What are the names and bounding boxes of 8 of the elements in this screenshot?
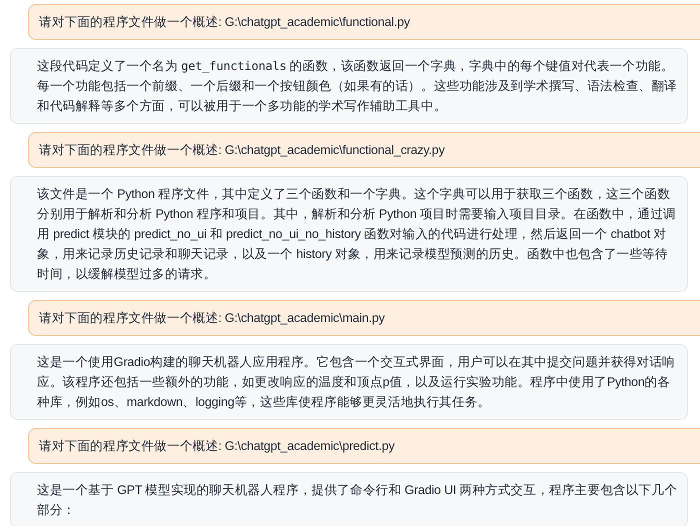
user-message: 请对下面的程序文件做一个概述: G:\chatgpt_academic\main.py: [28, 300, 700, 336]
user-message: 请对下面的程序文件做一个概述: G:\chatgpt_academic\functional_crazy.py: [28, 132, 700, 168]
bot-message: 该文件是一个 Python 程序文件，其中定义了三个函数和一个字典。这个字典可以用于获取三个函数，这三个函数分别用于解析和分析 Python 程序和项目。其中，解析和分析 Python 项目时需要输入项目目录。在函数中，通过调用 predict 模块的 predict_no_ui 和 predict_no_ui_no_history 函数对输入的代码进行处理，然后返回一个 chatbot 对象，用来记录历史记录和聊天记录，以及一个 history 对象，用来记录模型预测的历史。函数中也包含了一些等待时间，以缓解模型过多的请求。: [10, 176, 688, 292]
bot-message: 这段代码定义了一个名为 get_functionals 的函数，该函数返回一个字典，字典中的每个键值对代表一个功能。每一个功能包括一个前缀、一个后缀和一个按钮颜色（如果有的话）。这些功能涉及到学术撰写、语法检查、翻译和代码解释等多个方面，可以被用于一个多功能的学术写作辅助工具中。: [10, 48, 688, 124]
user-message: 请对下面的程序文件做一个概述: G:\chatgpt_academic\functional.py: [28, 4, 700, 40]
bot-message: 这是一个使用Gradio构建的聊天机器人应用程序。它包含一个交互式界面，用户可以在其中提交问题并获得对话响应。该程序还包括一些额外的功能，如更改响应的温度和顶点p值，以及运行实验功能。程序中使用了Python的各种库，例如os、markdown、logging等，这些库使程序能够更灵活地执行其任务。: [10, 344, 688, 420]
bot-message: 这是一个基于 GPT 模型实现的聊天机器人程序，提供了命令行和 Gradio UI 两种方式交互，程序主要包含以下几个部分：: [10, 472, 688, 526]
user-message: 请对下面的程序文件做一个概述: G:\chatgpt_academic\predict.py: [28, 428, 700, 464]
